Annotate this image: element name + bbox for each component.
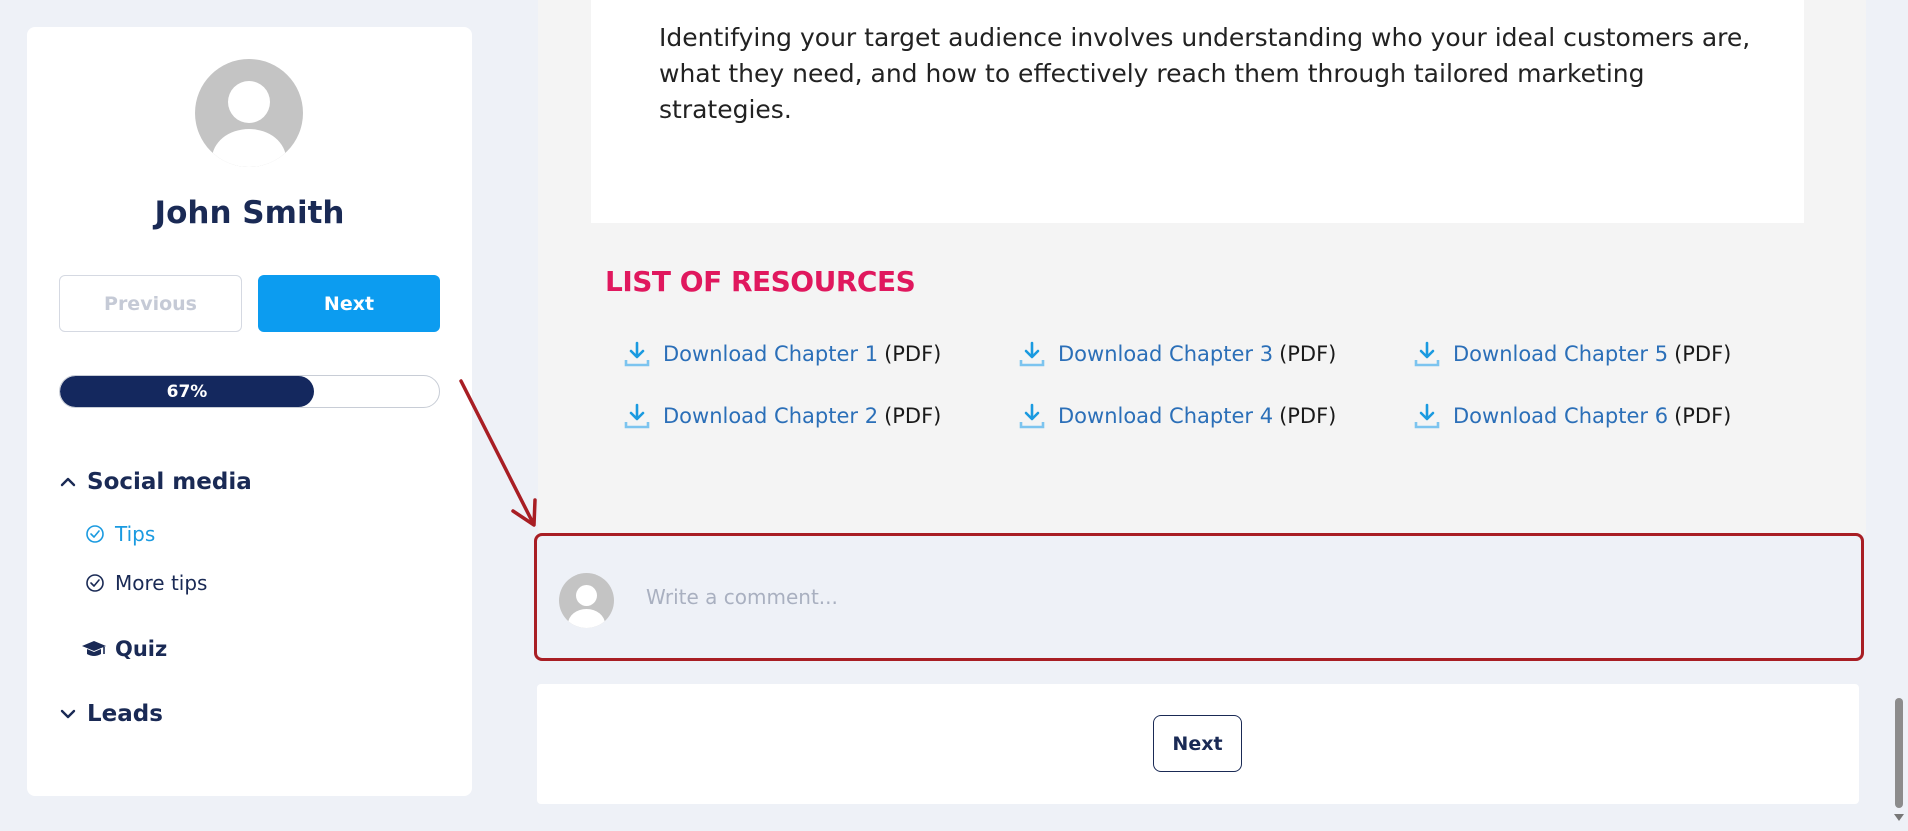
- course-sidebar: John Smith Previous Next 67% Social medi…: [27, 27, 472, 796]
- quiz-item[interactable]: Quiz: [81, 637, 167, 661]
- download-icon: [1019, 341, 1045, 367]
- avatar: [195, 59, 303, 167]
- resource-link[interactable]: Download Chapter 6: [1453, 404, 1668, 428]
- resource-type: (PDF): [1674, 342, 1732, 366]
- scrollbar[interactable]: [1890, 0, 1908, 831]
- lesson-footer: Next: [537, 684, 1859, 804]
- resource-item[interactable]: Download Chapter 5 (PDF): [1413, 340, 1731, 368]
- resource-type: (PDF): [1674, 404, 1732, 428]
- resource-item[interactable]: Download Chapter 1 (PDF): [623, 340, 941, 368]
- download-icon: [624, 403, 650, 429]
- chevron-down-icon: [60, 709, 76, 719]
- next-button[interactable]: Next: [258, 275, 440, 332]
- resource-type: (PDF): [884, 342, 942, 366]
- resource-type: (PDF): [1279, 342, 1337, 366]
- resource-item[interactable]: Download Chapter 3 (PDF): [1018, 340, 1336, 368]
- resource-link[interactable]: Download Chapter 4: [1058, 404, 1273, 428]
- progress-label: 67%: [166, 381, 208, 402]
- section-title: Leads: [87, 701, 163, 727]
- comment-section-highlight: [534, 533, 1864, 661]
- resource-type: (PDF): [884, 404, 942, 428]
- annotation-arrow-icon: [459, 379, 537, 527]
- lesson-paragraph: Identifying your target audience involve…: [659, 23, 1751, 124]
- previous-button[interactable]: Previous: [59, 275, 242, 332]
- resource-item[interactable]: Download Chapter 6 (PDF): [1413, 402, 1731, 430]
- download-icon: [1019, 403, 1045, 429]
- progress-bar: 67%: [59, 375, 440, 408]
- scrollbar-thumb[interactable]: [1895, 698, 1903, 808]
- section-social-media[interactable]: Social media: [59, 469, 252, 495]
- lesson-more-tips[interactable]: More tips: [85, 571, 207, 595]
- download-icon: [1414, 341, 1440, 367]
- check-circle-icon: [86, 525, 104, 543]
- resource-link[interactable]: Download Chapter 5: [1453, 342, 1668, 366]
- resource-item[interactable]: Download Chapter 4 (PDF): [1018, 402, 1336, 430]
- download-icon: [624, 341, 650, 367]
- download-icon: [1414, 403, 1440, 429]
- resources-title: LIST OF RESOURCES: [605, 265, 916, 298]
- section-leads[interactable]: Leads: [59, 701, 163, 727]
- check-circle-icon: [86, 574, 104, 592]
- resource-item[interactable]: Download Chapter 2 (PDF): [623, 402, 941, 430]
- lesson-label: More tips: [115, 571, 208, 595]
- lesson-label: Tips: [115, 522, 156, 546]
- resource-type: (PDF): [1279, 404, 1337, 428]
- resource-link[interactable]: Download Chapter 1: [663, 342, 878, 366]
- chevron-up-icon: [60, 477, 76, 487]
- footer-next-button[interactable]: Next: [1153, 715, 1242, 772]
- quiz-label: Quiz: [115, 637, 168, 661]
- lesson-text-card: Identifying your target audience involve…: [591, 0, 1804, 223]
- scroll-down-icon[interactable]: [1894, 814, 1904, 821]
- graduation-cap-icon: [82, 641, 106, 656]
- comment-input[interactable]: [628, 563, 1838, 630]
- section-title: Social media: [87, 469, 252, 495]
- resource-link[interactable]: Download Chapter 2: [663, 404, 878, 428]
- resource-link[interactable]: Download Chapter 3: [1058, 342, 1273, 366]
- user-name: John Smith: [154, 195, 345, 231]
- lesson-tips[interactable]: Tips: [85, 522, 155, 546]
- avatar: [559, 573, 614, 628]
